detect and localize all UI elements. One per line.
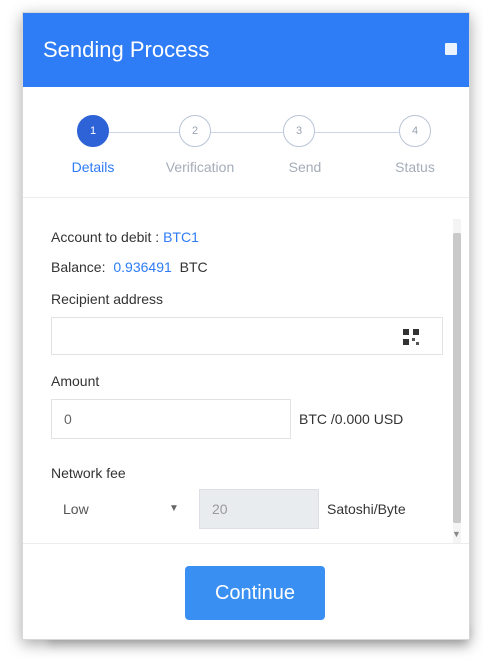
balance-label: Balance: (51, 259, 106, 275)
qr-code-icon[interactable] (403, 329, 419, 345)
close-icon[interactable] (445, 43, 457, 55)
balance-row: Balance: 0.936491 BTC (51, 259, 208, 275)
fee-label: Network fee (51, 465, 126, 481)
amount-label: Amount (51, 373, 100, 389)
progress-stepper: 1 2 3 4 Details Verification Send Status (23, 91, 469, 201)
amount-unit: BTC /0.000 USD (299, 411, 404, 427)
step-4-label: Status (395, 159, 435, 175)
step-1-circle[interactable]: 1 (77, 115, 109, 147)
step-2-label: Verification (165, 159, 235, 175)
step-3-label: Send (288, 159, 322, 175)
fee-level-select[interactable]: Low ▼ (63, 491, 185, 527)
details-form: ▼ Account to debit : BTC1 Balance: 0.936… (23, 199, 469, 549)
account-value[interactable]: BTC1 (163, 229, 199, 245)
recipient-address-input[interactable] (51, 317, 443, 355)
header-divider (23, 197, 469, 198)
scroll-thumb[interactable] (453, 233, 461, 523)
step-1-label: Details (71, 159, 115, 175)
recipient-label: Recipient address (51, 291, 164, 307)
footer-divider (23, 543, 469, 544)
continue-button[interactable]: Continue (185, 566, 325, 620)
form-scrollbar[interactable]: ▼ (451, 219, 463, 543)
step-4-circle[interactable]: 4 (399, 115, 431, 147)
amount-input[interactable]: 0 (51, 399, 291, 439)
step-connector (109, 132, 179, 133)
scroll-down-icon[interactable]: ▼ (452, 529, 461, 539)
step-connector (211, 132, 283, 133)
account-row: Account to debit : BTC1 (51, 229, 199, 245)
modal-header: Sending Process (23, 13, 469, 87)
sending-process-modal: Sending Process 1 2 3 4 Details Verifica… (22, 12, 470, 640)
fee-level-value: Low (63, 501, 89, 517)
step-connector (315, 132, 399, 133)
account-label: Account to debit : (51, 229, 160, 245)
step-3-circle[interactable]: 3 (283, 115, 315, 147)
fee-unit: Satoshi/Byte (327, 501, 406, 517)
modal-title: Sending Process (43, 37, 210, 62)
balance-value: 0.936491 (113, 259, 172, 275)
chevron-down-icon: ▼ (169, 503, 179, 514)
step-2-circle[interactable]: 2 (179, 115, 211, 147)
balance-unit: BTC (179, 259, 208, 275)
fee-rate-input[interactable]: 20 (199, 489, 319, 529)
